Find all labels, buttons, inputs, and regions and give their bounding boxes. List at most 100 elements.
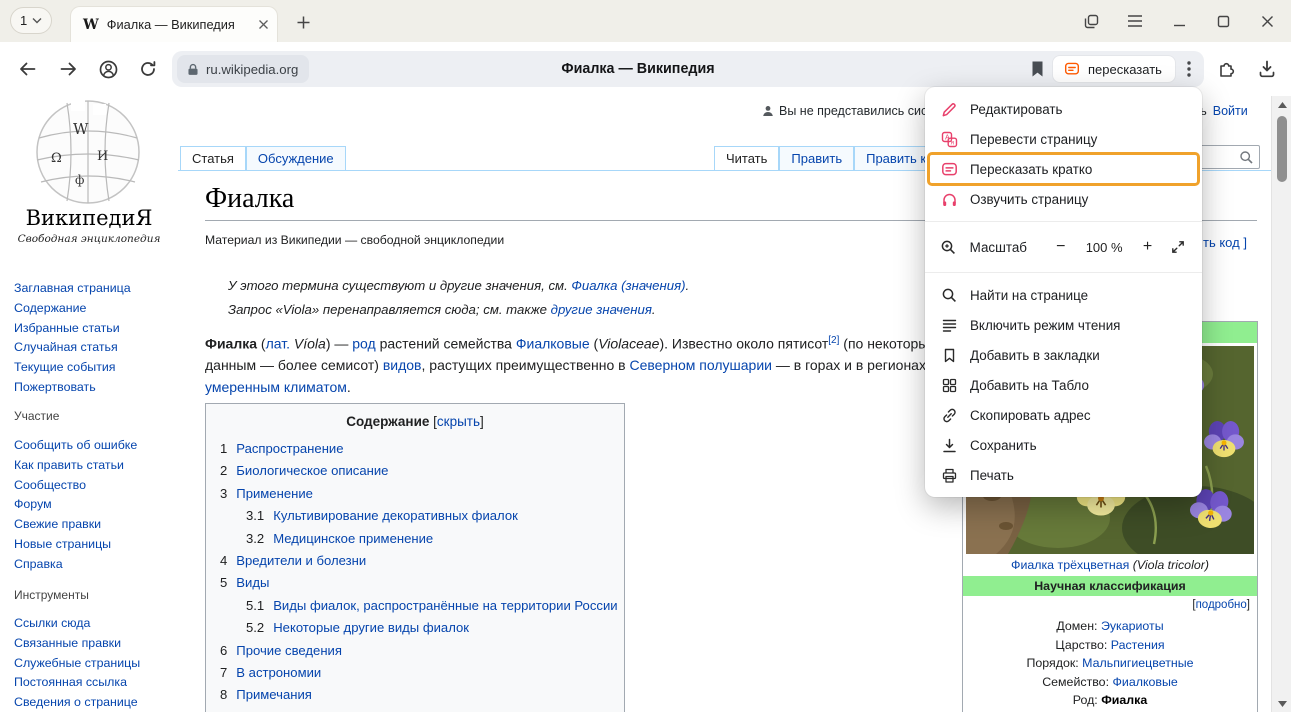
- toc-hide-link[interactable]: скрыть: [437, 414, 480, 429]
- forward-icon[interactable]: [57, 58, 79, 80]
- toc-link[interactable]: Биологическое описание: [236, 463, 388, 478]
- tab-article[interactable]: Статья: [180, 146, 246, 170]
- sidebar-link[interactable]: Избранные статьи: [14, 319, 174, 339]
- sidebar-link[interactable]: Содержание: [14, 299, 174, 319]
- sidebar-link[interactable]: Свежие правки: [14, 515, 174, 535]
- scrollbar-thumb[interactable]: [1277, 116, 1287, 182]
- reload-icon[interactable]: [137, 58, 159, 80]
- toc-link[interactable]: Вредители и болезни: [236, 553, 366, 568]
- wikipedia-logo[interactable]: W Ω И ф: [27, 98, 149, 208]
- details-link[interactable]: подробно: [1196, 599, 1247, 611]
- extensions-icon[interactable]: [1216, 58, 1238, 80]
- close-window-icon[interactable]: [1258, 12, 1276, 30]
- fullscreen-icon[interactable]: [1169, 238, 1187, 256]
- wiki-link[interactable]: род: [352, 336, 375, 352]
- wiki-link[interactable]: Фиалка (значения): [571, 278, 685, 293]
- menu-item-label: Добавить в закладки: [970, 348, 1100, 363]
- toc-link[interactable]: Распространение: [236, 441, 343, 456]
- downloads-icon[interactable]: [1256, 58, 1278, 80]
- edit-code-link-fragment[interactable]: ть код ]: [1203, 235, 1247, 250]
- sidebar-link[interactable]: Заглавная страница: [14, 279, 174, 299]
- address-bar[interactable]: ru.wikipedia.org Фиалка — Википедия пере…: [172, 51, 1204, 87]
- site-identity-chip[interactable]: ru.wikipedia.org: [177, 55, 309, 83]
- menu-item-voice[interactable]: Озвучить страницу: [925, 184, 1202, 214]
- sidebar-link[interactable]: Случайная статья: [14, 338, 174, 358]
- sidebar-link[interactable]: Текущие события: [14, 358, 174, 378]
- wiki-link[interactable]: Фиалка трёхцветная: [1011, 558, 1129, 572]
- tab-edit[interactable]: Править: [779, 146, 854, 170]
- page-scrollbar[interactable]: [1271, 96, 1291, 712]
- menu-item-add-tableau[interactable]: Добавить на Табло: [925, 370, 1202, 400]
- menu-item-retell[interactable]: Пересказать кратко: [925, 154, 1202, 184]
- menu-item-add-bookmark[interactable]: Добавить в закладки: [925, 340, 1202, 370]
- scroll-down-icon[interactable]: [1272, 695, 1291, 712]
- sidebar-link[interactable]: Служебные страницы: [14, 654, 174, 674]
- menu-item-translate[interactable]: Aя Перевести страницу: [925, 124, 1202, 154]
- profile-icon[interactable]: [97, 58, 119, 80]
- wiki-link[interactable]: умеренным климатом: [205, 379, 347, 395]
- toc-link[interactable]: Медицинское применение: [273, 531, 433, 546]
- toc-link[interactable]: В астрономии: [236, 665, 321, 680]
- sidebar-link[interactable]: Связанные правки: [14, 634, 174, 654]
- retell-button[interactable]: пересказать: [1052, 55, 1176, 83]
- printer-icon: [940, 466, 958, 484]
- wiki-link[interactable]: Растения: [1111, 638, 1165, 652]
- menu-item-find[interactable]: Найти на странице: [925, 280, 1202, 310]
- browser-tab[interactable]: W Фиалка — Википедия: [70, 6, 278, 42]
- tab-talk[interactable]: Обсуждение: [246, 146, 346, 170]
- wiki-link[interactable]: другие значения: [551, 302, 652, 317]
- menu-item-save[interactable]: Сохранить: [925, 430, 1202, 460]
- personal-bar-fragment: сьВойти: [1194, 104, 1248, 118]
- view-tabs: Читать Править Править код: [714, 146, 953, 170]
- wiki-link[interactable]: видов: [383, 357, 422, 373]
- scroll-up-icon[interactable]: [1272, 96, 1291, 113]
- wiki-link[interactable]: Эукариоты: [1101, 619, 1164, 633]
- close-tab-icon[interactable]: [258, 19, 269, 30]
- menu-item-copy-address[interactable]: Скопировать адрес: [925, 400, 1202, 430]
- toc-link[interactable]: Некоторые другие виды фиалок: [273, 620, 469, 635]
- menu-item-reader-mode[interactable]: Включить режим чтения: [925, 310, 1202, 340]
- maximize-icon[interactable]: [1214, 12, 1232, 30]
- sidebar-link[interactable]: Ссылки сюда: [14, 614, 174, 634]
- new-tab-button[interactable]: [292, 11, 314, 33]
- wiki-link[interactable]: Фиалковые: [516, 336, 590, 352]
- tab-read[interactable]: Читать: [714, 146, 779, 170]
- toc-link[interactable]: Примечания: [236, 687, 312, 702]
- wiki-link[interactable]: Северном полушарии: [630, 357, 772, 373]
- zoom-in-button[interactable]: +: [1138, 238, 1158, 256]
- tab-panel-icon[interactable]: [1082, 12, 1100, 30]
- wiki-link[interactable]: лат.: [266, 336, 290, 352]
- reference-link[interactable]: [2]: [828, 335, 839, 346]
- wikipedia-wordmark[interactable]: ВикипедиЯ: [0, 206, 178, 230]
- toc-link[interactable]: Культивирование декоративных фиалок: [273, 508, 518, 523]
- sidebar-link[interactable]: Сведения о странице: [14, 693, 174, 712]
- search-icon[interactable]: [1239, 150, 1254, 165]
- sidebar-link[interactable]: Сообщество: [14, 476, 174, 496]
- wiki-link[interactable]: Фиалковые: [1112, 675, 1177, 689]
- more-options-icon[interactable]: [1180, 58, 1198, 80]
- menu-item-edit[interactable]: Редактировать: [925, 94, 1202, 124]
- toc-link[interactable]: Виды фиалок, распространённые на террито…: [273, 598, 617, 613]
- toc-link[interactable]: Применение: [236, 486, 313, 501]
- browser-menu-icon[interactable]: [1126, 12, 1144, 30]
- sidebar-link[interactable]: Форум: [14, 495, 174, 515]
- zoom-label: Масштаб: [970, 240, 1027, 255]
- sidebar-link[interactable]: Как править статьи: [14, 456, 174, 476]
- minimize-icon[interactable]: [1170, 12, 1188, 30]
- back-icon[interactable]: [17, 58, 39, 80]
- sidebar-link[interactable]: Постоянная ссылка: [14, 673, 174, 693]
- sidebar-link[interactable]: Новые страницы: [14, 535, 174, 555]
- sidebar-link[interactable]: Сообщить об ошибке: [14, 436, 174, 456]
- toc-link[interactable]: Виды: [236, 575, 269, 590]
- toc-link[interactable]: Прочие сведения: [236, 643, 342, 658]
- bookmark-icon[interactable]: [1030, 60, 1045, 78]
- taxobox-row: Род: Фиалка: [963, 691, 1257, 710]
- tab-group-badge[interactable]: 1: [10, 7, 52, 34]
- zoom-out-button[interactable]: −: [1051, 238, 1071, 256]
- menu-item-print[interactable]: Печать: [925, 460, 1202, 490]
- wiki-link[interactable]: Мальпигиецветные: [1082, 656, 1193, 670]
- menu-item-label: Редактировать: [970, 102, 1063, 117]
- login-link[interactable]: Войти: [1213, 104, 1248, 118]
- sidebar-link[interactable]: Справка: [14, 555, 174, 575]
- sidebar-link[interactable]: Пожертвовать: [14, 378, 174, 398]
